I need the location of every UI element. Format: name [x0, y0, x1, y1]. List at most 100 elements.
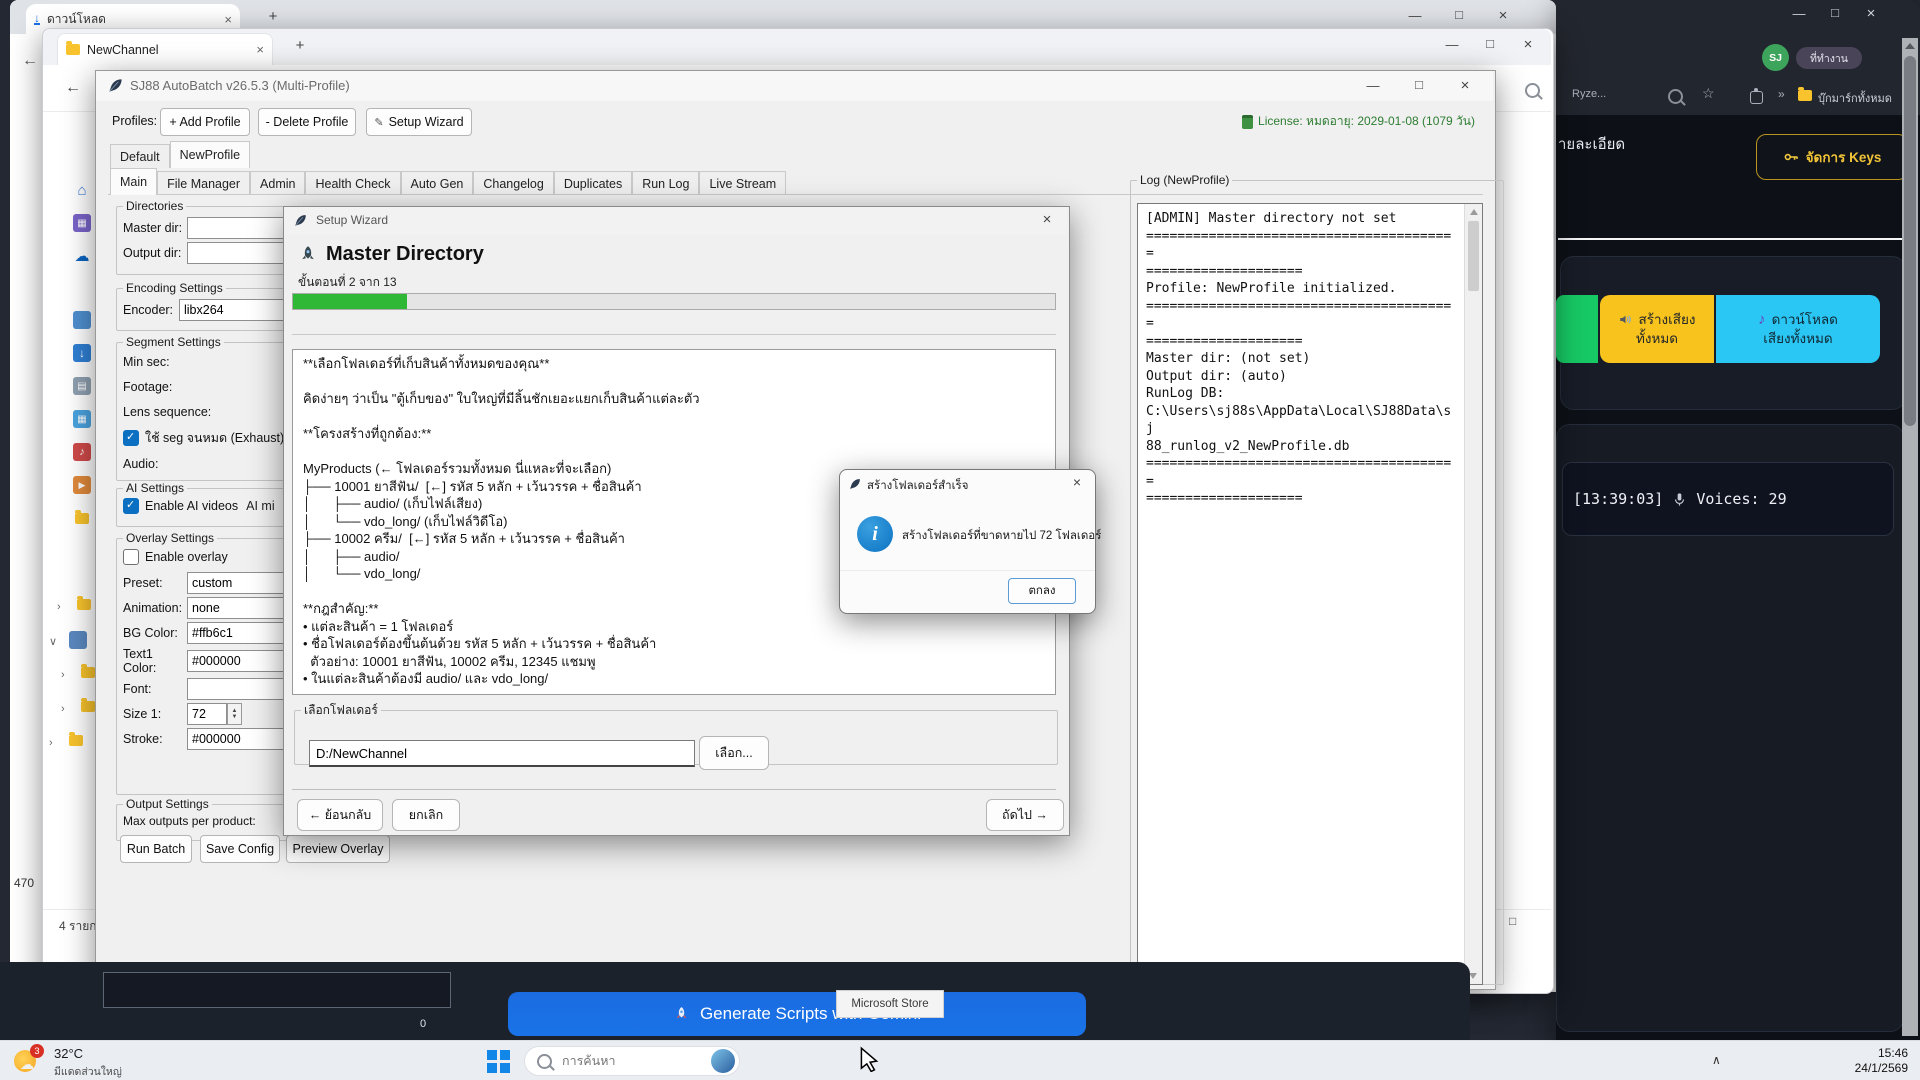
wizard-cancel-button[interactable]: ยกเลิก	[392, 799, 460, 831]
size1-field[interactable]	[187, 703, 227, 725]
profile-tab-default[interactable]: Default	[110, 144, 170, 168]
close-button[interactable]: ×	[1032, 211, 1062, 228]
tab-changelog[interactable]: Changelog	[473, 171, 553, 195]
nav-pictures-icon[interactable]: ▦	[73, 410, 91, 428]
nav-folder-icon[interactable]	[75, 513, 89, 524]
tab-auto-gen[interactable]: Auto Gen	[401, 171, 474, 195]
scroll-up-icon[interactable]	[1470, 209, 1478, 215]
chevron-right-icon[interactable]: ›	[49, 737, 53, 749]
nav-home-icon[interactable]: ⌂	[73, 181, 91, 199]
close-tab-icon[interactable]: ×	[256, 42, 264, 57]
nav-downloads-icon[interactable]: ↓	[73, 344, 91, 362]
tab-file-manager[interactable]: File Manager	[157, 171, 250, 195]
tab-admin[interactable]: Admin	[250, 171, 305, 195]
delete-profile-button[interactable]: - Delete Profile	[258, 108, 356, 136]
chevron-right-icon[interactable]: ›	[61, 703, 65, 715]
tray-expand-icon[interactable]: ∧	[1712, 1053, 1721, 1067]
back-icon[interactable]: ←	[65, 79, 81, 97]
manage-keys-button[interactable]: จัดการ Keys	[1756, 134, 1908, 180]
avatar[interactable]: SJ	[1762, 44, 1789, 71]
view-thumbnail-icon[interactable]: □	[1509, 914, 1516, 928]
start-button[interactable]	[480, 1045, 516, 1077]
star-icon[interactable]: ☆	[1702, 85, 1715, 102]
chevron-right-icon[interactable]: ›	[61, 669, 65, 681]
profile-tab-newprofile[interactable]: NewProfile	[170, 141, 250, 168]
maximize-button[interactable]: □	[1404, 77, 1434, 92]
scroll-thumb[interactable]	[1904, 56, 1916, 426]
search-icon[interactable]	[1668, 89, 1683, 104]
search-highlight-image[interactable]	[711, 1049, 735, 1073]
green-button[interactable]	[1556, 295, 1598, 363]
close-button[interactable]: ×	[1488, 7, 1518, 24]
run-batch-button[interactable]: Run Batch	[120, 835, 192, 863]
save-config-button[interactable]: Save Config	[200, 835, 280, 863]
input-outline-box[interactable]	[103, 972, 451, 1008]
minimize-button[interactable]: —	[1784, 6, 1814, 21]
nav-onedrive-icon[interactable]: ☁	[73, 247, 91, 265]
maximize-button[interactable]: □	[1820, 5, 1850, 20]
enable-overlay-checkbox[interactable]	[123, 549, 139, 565]
scroll-down-icon[interactable]	[1469, 973, 1477, 979]
nav-gallery-icon[interactable]: ▦	[73, 214, 91, 232]
folder-path-field[interactable]	[309, 740, 695, 767]
scrollbar[interactable]	[1902, 38, 1918, 1036]
log-scrollbar[interactable]	[1464, 204, 1482, 984]
exhaust-checkbox[interactable]	[123, 430, 139, 446]
wizard-back-button[interactable]: ← ย้อนกลับ	[297, 799, 383, 831]
tab-duplicates[interactable]: Duplicates	[554, 171, 632, 195]
log-box[interactable]: [ADMIN] Master directory not set =======…	[1137, 203, 1483, 985]
wizard-next-button[interactable]: ถัดไป →	[986, 799, 1064, 831]
profile-pill[interactable]: ที่ทำงาน	[1796, 47, 1862, 69]
nav-folder-icon[interactable]	[77, 599, 91, 610]
bookmarks-overflow-icon[interactable]: »	[1778, 87, 1785, 101]
minimize-button[interactable]: —	[1437, 37, 1467, 52]
bookmark-item[interactable]: Ryze...	[1572, 88, 1606, 100]
weather-widget[interactable]: ☁ 3 32°C มีแดดส่วนใหญ่	[10, 1044, 180, 1078]
generate-all-audio-button[interactable]: สร้างเสียง ทั้งหมด	[1600, 295, 1714, 363]
scroll-thumb[interactable]	[1468, 221, 1479, 291]
nav-folder-icon[interactable]	[81, 667, 95, 678]
close-button[interactable]: ×	[1513, 36, 1543, 53]
enable-ai-checkbox[interactable]	[123, 498, 139, 514]
new-tab-button[interactable]: +	[258, 8, 288, 25]
close-button[interactable]: ×	[1062, 474, 1092, 490]
preview-overlay-button[interactable]: Preview Overlay	[286, 835, 390, 863]
extensions-icon[interactable]	[1750, 91, 1763, 104]
search-input[interactable]	[560, 1053, 703, 1069]
setup-wizard-button[interactable]: ✎ Setup Wizard	[366, 108, 472, 136]
nav-documents-icon[interactable]: ▤	[73, 377, 91, 395]
nav-desktop-icon[interactable]	[73, 311, 91, 329]
search-box[interactable]	[524, 1046, 740, 1076]
tab-health-check[interactable]: Health Check	[305, 171, 400, 195]
close-button[interactable]: ×	[1450, 77, 1480, 94]
new-tab-button[interactable]: +	[285, 37, 315, 54]
size1-stepper[interactable]: ▲▼	[227, 703, 242, 725]
nav-folder-icon[interactable]	[81, 701, 95, 712]
minimize-button[interactable]: —	[1400, 8, 1430, 23]
chevron-down-icon[interactable]: ∨	[49, 635, 57, 648]
add-profile-button[interactable]: + Add Profile	[160, 108, 250, 136]
chevron-right-icon[interactable]: ›	[57, 601, 61, 613]
maximize-button[interactable]: □	[1475, 36, 1505, 51]
browse-button[interactable]: เลือก...	[699, 736, 769, 770]
ok-button[interactable]: ตกลง	[1008, 578, 1076, 604]
nav-thispc-icon[interactable]	[69, 631, 87, 649]
bookmarks-all-label[interactable]: บุ๊กมาร์กทั้งหมด	[1818, 89, 1892, 107]
back-icon[interactable]: ←	[22, 52, 38, 70]
explorer-tab[interactable]: NewChannel ×	[57, 33, 273, 65]
minimize-button[interactable]: —	[1358, 78, 1388, 93]
tab-live-stream[interactable]: Live Stream	[699, 171, 786, 195]
scroll-up-icon[interactable]	[1905, 43, 1915, 49]
taskbar-clock[interactable]: 15:46 24/1/2569	[1790, 1046, 1908, 1076]
generate-scripts-button[interactable]: Generate Scripts with Gemini	[508, 992, 1086, 1036]
search-icon[interactable]	[1525, 83, 1540, 98]
download-all-audio-button[interactable]: ♪ ดาวน์โหลด เสียงทั้งหมด	[1716, 295, 1880, 363]
maximize-button[interactable]: □	[1444, 7, 1474, 22]
nav-folder-icon[interactable]	[69, 735, 83, 746]
nav-music-icon[interactable]: ♪	[73, 443, 91, 461]
bookmarks-folder-icon[interactable]	[1798, 90, 1812, 101]
nav-videos-icon[interactable]: ▶	[73, 476, 91, 494]
close-tab-icon[interactable]: ×	[224, 12, 232, 27]
close-button[interactable]: ×	[1856, 5, 1886, 22]
tab-main[interactable]: Main	[110, 168, 157, 195]
